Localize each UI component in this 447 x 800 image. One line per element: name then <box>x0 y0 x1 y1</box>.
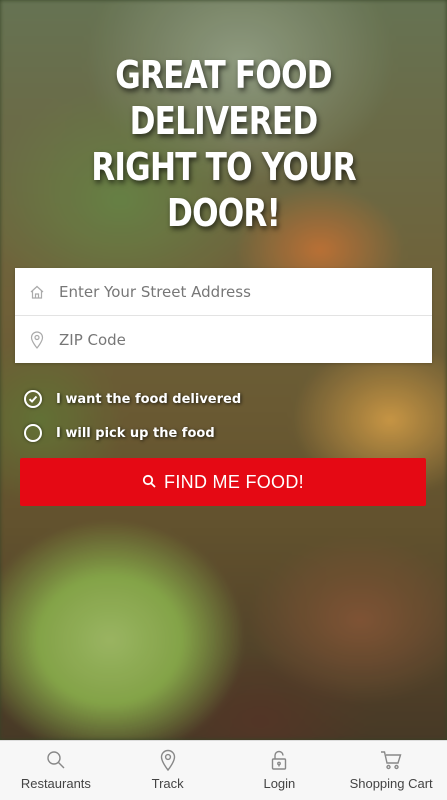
bottom-navigation: Restaurants Track Login Shopping Cart <box>0 740 447 800</box>
zip-code-input[interactable] <box>59 330 419 349</box>
pickup-option-label: I will pick up the food <box>56 425 215 441</box>
zip-field-row <box>15 315 432 363</box>
pickup-option[interactable]: I will pick up the food <box>24 424 215 442</box>
street-address-input[interactable] <box>59 282 419 301</box>
find-me-food-label: FIND ME FOOD! <box>164 471 304 492</box>
location-pin-icon <box>15 316 59 363</box>
checked-radio-icon <box>24 390 42 408</box>
lock-icon <box>271 749 287 771</box>
nav-shopping-cart-label: Shopping Cart <box>349 776 433 791</box>
nav-login-label: Login <box>263 776 296 791</box>
nav-shopping-cart[interactable]: Shopping Cart <box>336 741 447 791</box>
nav-restaurants-label: Restaurants <box>20 776 91 791</box>
home-icon <box>15 268 59 315</box>
nav-track[interactable]: Track <box>112 741 223 791</box>
nav-login[interactable]: Login <box>224 741 335 791</box>
nav-restaurants[interactable]: Restaurants <box>0 741 111 791</box>
headline-line-2: RIGHT TO YOUR DOOR! <box>91 145 356 235</box>
hero-headline: GREAT FOOD DELIVERED RIGHT TO YOUR DOOR! <box>40 52 407 236</box>
location-pin-icon <box>160 749 176 771</box>
address-field-row <box>15 268 432 315</box>
nav-track-label: Track <box>151 776 184 791</box>
search-icon <box>46 749 66 771</box>
address-form <box>15 268 432 363</box>
cart-icon <box>380 749 402 771</box>
headline-line-1: GREAT FOOD DELIVERED <box>115 53 332 143</box>
find-me-food-button[interactable]: FIND ME FOOD! <box>20 458 426 506</box>
delivery-option-label: I want the food delivered <box>56 391 242 407</box>
search-icon <box>142 472 156 493</box>
delivery-option[interactable]: I want the food delivered <box>24 390 241 408</box>
unchecked-radio-icon <box>24 424 42 442</box>
